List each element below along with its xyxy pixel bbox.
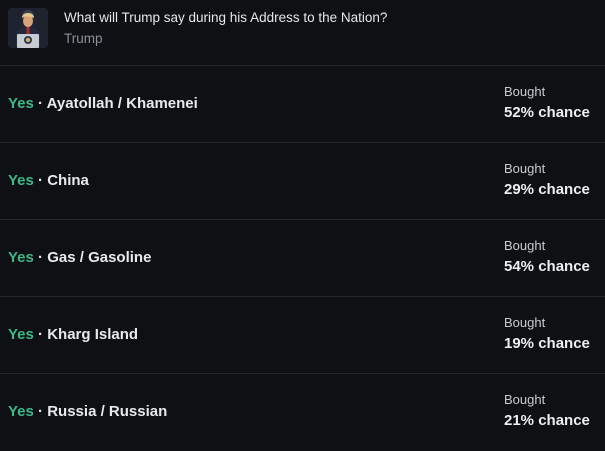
side-label: Yes [8,172,34,189]
speaker-podium-icon [8,8,48,48]
position-row[interactable]: Yes · Kharg Island Bought 19% chance [0,297,605,374]
chance-value: 21% chance [504,412,590,429]
market-header: What will Trump say during his Address t… [0,0,605,66]
market-subtitle: Trump [64,31,103,46]
outcome-label: Ayatollah / Khamenei [46,95,198,112]
position-label: Yes · Russia / Russian [8,403,167,420]
market-title[interactable]: What will Trump say during his Address t… [64,10,387,25]
position-row[interactable]: Yes · Gas / Gasoline Bought 54% chance [0,220,605,297]
separator: · [33,95,47,112]
position-label: Yes · Kharg Island [8,326,138,343]
separator: · [33,249,48,266]
outcome-label: Kharg Island [47,326,139,343]
side-label: Yes [8,403,34,420]
side-label: Yes [8,326,34,343]
status-label: Bought [504,161,546,176]
position-row[interactable]: Yes · Russia / Russian Bought 21% chance [0,374,605,451]
status-label: Bought [504,392,546,407]
position-label: Yes · Ayatollah / Khamenei [8,95,198,112]
position-label: Yes · Gas / Gasoline [8,249,151,266]
chance-value: 52% chance [504,104,590,121]
separator: · [33,172,48,189]
outcome-label: China [47,172,89,189]
chance-value: 54% chance [504,258,590,275]
chance-value: 19% chance [504,335,590,352]
side-label: Yes [8,95,34,112]
position-row[interactable]: Yes · China Bought 29% chance [0,143,605,220]
separator: · [33,326,48,343]
position-label: Yes · China [8,172,89,189]
status-label: Bought [504,238,546,253]
chance-value: 29% chance [504,181,590,198]
outcome-label: Russia / Russian [47,403,168,420]
position-row[interactable]: Yes · Ayatollah / Khamenei Bought 52% ch… [0,66,605,143]
market-thumbnail[interactable] [8,8,48,48]
status-label: Bought [504,315,546,330]
status-label: Bought [504,84,546,99]
separator: · [33,403,48,420]
side-label: Yes [8,249,34,266]
outcome-label: Gas / Gasoline [47,249,152,266]
